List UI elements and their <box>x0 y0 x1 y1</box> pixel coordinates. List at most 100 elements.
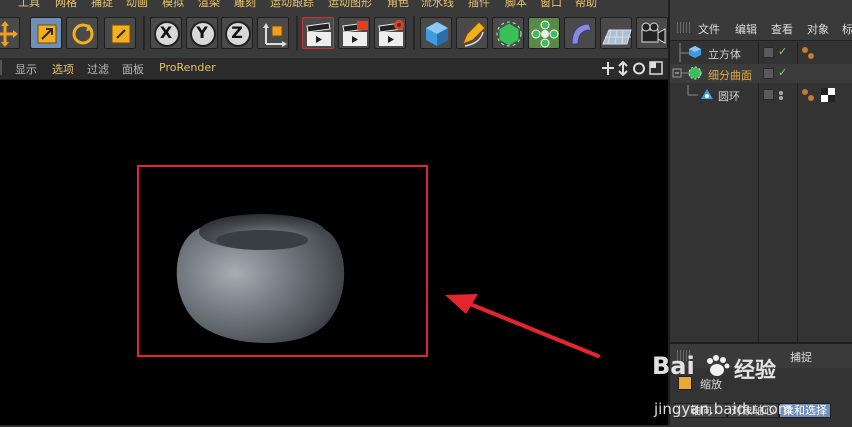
zoom-view-icon <box>618 61 628 76</box>
menu-item[interactable]: 帮助 <box>575 0 597 8</box>
cube-icon <box>426 22 448 46</box>
z-axis-label: Z <box>231 23 243 42</box>
viewport-menu: 显示 选项 过滤 面板 ProRender <box>0 58 668 80</box>
render-view-button[interactable] <box>302 17 334 49</box>
viewport-menu-options[interactable]: 选项 <box>52 61 74 77</box>
viewport-menu-panel[interactable]: 面板 <box>122 61 144 77</box>
torus-icon <box>701 89 713 99</box>
rotate-icon <box>72 23 94 45</box>
dot-indicator-icon[interactable] <box>777 89 789 101</box>
enabled-check-icon[interactable]: ✓ <box>778 66 787 79</box>
watermark: Bai 经验 jingyan.baidu.com <box>648 344 848 425</box>
floor-icon <box>602 29 632 45</box>
menu-item[interactable]: 工具 <box>18 0 40 8</box>
viewport-menu-display[interactable]: 显示 <box>15 61 37 77</box>
menu-item[interactable]: 运动图形 <box>328 0 372 8</box>
menu-item[interactable]: 运动跟踪 <box>270 0 314 8</box>
watermark-brand-suffix: 经验 <box>734 358 776 382</box>
menu-item[interactable]: 窗口 <box>540 0 562 8</box>
scale-icon <box>37 24 57 44</box>
toolbar-separator <box>143 16 145 50</box>
menu-item[interactable]: 渲染 <box>198 0 220 8</box>
array-generator-button[interactable] <box>528 17 560 49</box>
menu-item[interactable]: 流水线 <box>421 0 454 8</box>
object-name: 细分曲面 <box>708 69 752 82</box>
subdivision-icon <box>496 21 522 47</box>
viewport[interactable] <box>0 80 668 425</box>
menu-item[interactable]: 模拟 <box>162 0 184 8</box>
camera-icon <box>641 22 666 44</box>
panel-tab-strip <box>670 0 852 16</box>
main-menubar: 工具 网格 捕捉 动画 模拟 渲染 雕刻 运动跟踪 运动图形 角色 流水线 插件… <box>0 0 668 8</box>
subdivision-surface-button[interactable] <box>492 17 524 49</box>
object-list: 立方体 ✓ 细分曲面 ✓ 圆环 <box>670 42 852 342</box>
viewport-nav-icons <box>602 61 663 76</box>
menu-item[interactable]: 动画 <box>126 0 148 8</box>
menu-item[interactable]: 捕捉 <box>91 0 113 8</box>
panel-grip-icon[interactable] <box>677 22 690 33</box>
y-axis-label: Y <box>196 23 208 42</box>
menu-item[interactable]: 雕刻 <box>234 0 256 8</box>
viewport-menu-filter[interactable]: 过滤 <box>87 61 109 77</box>
maximize-view-icon <box>649 61 663 75</box>
om-menu-edit[interactable]: 编辑 <box>735 21 757 37</box>
render-settings-icon <box>378 20 404 46</box>
material-tag-icon[interactable] <box>801 88 817 102</box>
viewport-menu-edge <box>0 60 2 75</box>
move-view-icon <box>602 62 614 75</box>
object-name: 立方体 <box>708 48 741 61</box>
render-picture-viewer-button[interactable] <box>338 17 370 49</box>
object-row-subdivision[interactable]: 细分曲面 ✓ <box>670 64 852 83</box>
menu-item[interactable]: 插件 <box>468 0 490 8</box>
pen-icon <box>462 21 486 47</box>
z-axis-lock-button[interactable]: Z <box>221 17 253 49</box>
x-axis-lock-button[interactable]: X <box>150 17 182 49</box>
cube-primitive-button[interactable] <box>420 17 452 49</box>
object-row-cube[interactable]: 立方体 ✓ <box>670 43 852 62</box>
menu-item[interactable]: 网格 <box>55 0 77 8</box>
menu-item[interactable]: 脚本 <box>505 0 527 8</box>
picture-viewer-icon <box>342 21 368 46</box>
subdivision-icon <box>688 66 702 80</box>
viewport-menu-prorender[interactable]: ProRender <box>159 61 216 74</box>
enabled-check-icon[interactable]: ✓ <box>778 45 787 58</box>
material-tag-icon[interactable] <box>801 46 817 60</box>
visibility-toggle[interactable] <box>763 89 774 100</box>
om-menu-tags[interactable]: 标 <box>842 21 852 37</box>
annotation-arrow <box>445 294 600 358</box>
visibility-toggle[interactable] <box>763 47 774 58</box>
watermark-url: jingyan.baidu.com <box>654 400 793 418</box>
rotate-tool-button[interactable] <box>66 17 98 49</box>
render-settings-button[interactable] <box>374 17 406 49</box>
toolbar-separator <box>296 16 298 50</box>
select-tool-button[interactable] <box>104 17 136 49</box>
move-tool-button[interactable] <box>0 17 20 49</box>
array-icon <box>531 20 559 48</box>
om-menu-object[interactable]: 对象 <box>807 21 829 37</box>
x-axis-label: X <box>159 23 173 42</box>
om-menu-view[interactable]: 查看 <box>771 21 793 37</box>
watermark-brand: Bai <box>652 352 695 380</box>
y-axis-lock-button[interactable]: Y <box>186 17 218 49</box>
toolbar-separator <box>413 16 415 50</box>
deformer-button[interactable] <box>564 17 596 49</box>
object-name: 圆环 <box>718 90 740 103</box>
object-manager-menu: 文件 编辑 查看 对象 标 <box>670 16 852 41</box>
main-toolbar: X Y Z <box>0 8 668 59</box>
camera-button[interactable] <box>636 17 668 49</box>
move-icon <box>0 21 18 47</box>
baidu-paw-logo <box>707 355 730 376</box>
cube-icon <box>689 46 701 58</box>
object-row-torus[interactable]: 圆环 <box>670 85 852 104</box>
clapperboard-icon <box>306 22 331 46</box>
pen-spline-button[interactable] <box>456 17 488 49</box>
om-menu-file[interactable]: 文件 <box>698 21 720 37</box>
floor-environment-button[interactable] <box>600 17 632 49</box>
coordinate-system-icon <box>263 23 287 47</box>
rotate-view-icon <box>633 62 645 75</box>
visibility-toggle[interactable] <box>763 68 774 79</box>
coordinate-system-button[interactable] <box>257 17 289 49</box>
texture-tag-icon[interactable] <box>821 88 835 102</box>
menu-item[interactable]: 角色 <box>387 0 409 8</box>
scale-tool-button[interactable] <box>30 17 62 49</box>
